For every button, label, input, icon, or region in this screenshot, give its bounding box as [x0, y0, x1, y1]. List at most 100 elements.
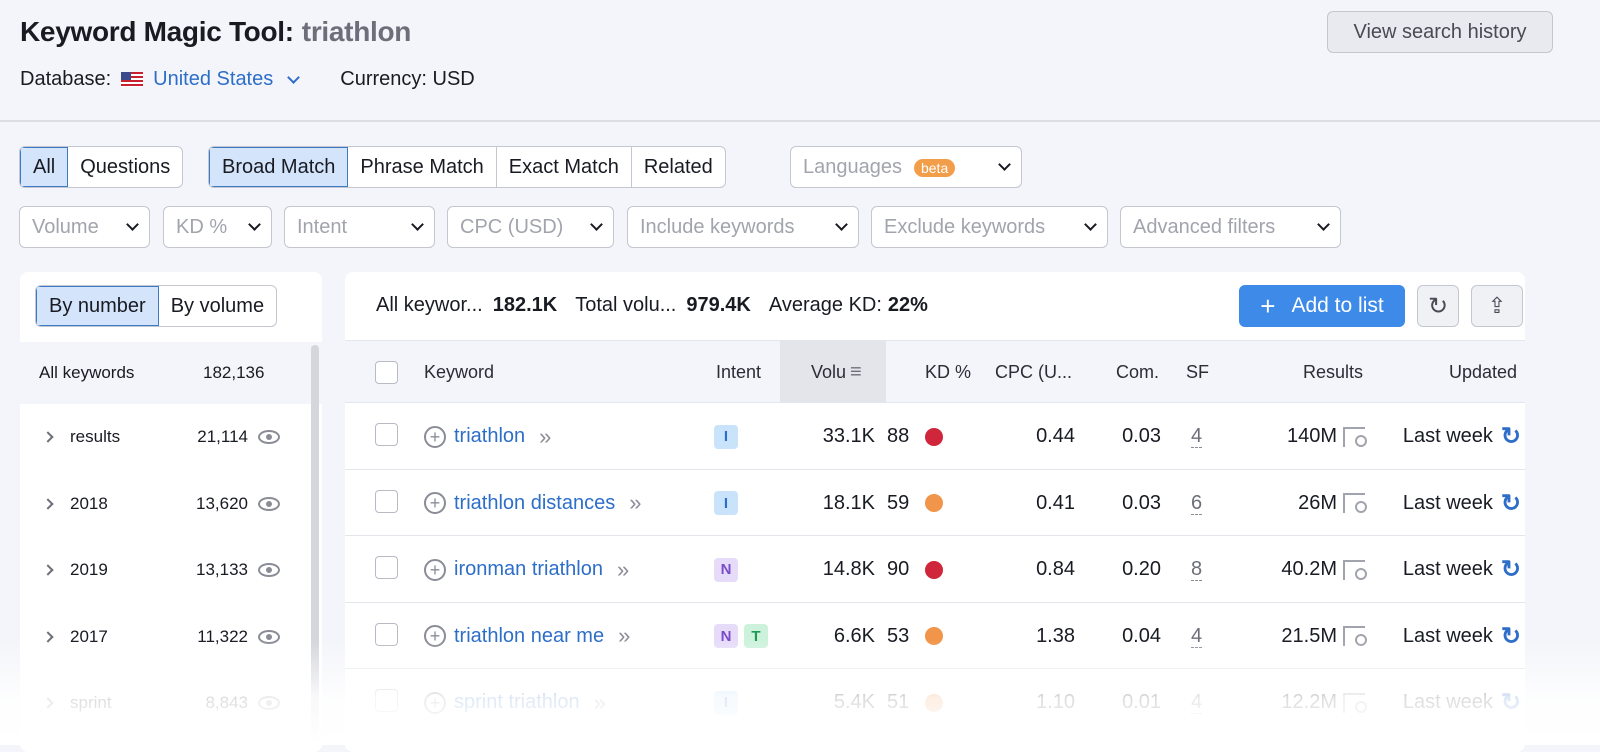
column-header[interactable]: KD %: [925, 341, 971, 403]
table-row: + triathlon distances » I 18.1K 59 0.41 0.03 6 26…: [345, 468, 1525, 536]
keyword-link[interactable]: triathlon: [454, 425, 525, 448]
filter-volume[interactable]: Volume: [19, 206, 150, 248]
toggle-by-volume[interactable]: By volume: [159, 286, 276, 326]
view-search-history-button[interactable]: View search history: [1327, 11, 1553, 53]
eye-icon[interactable]: [258, 696, 280, 710]
serp-icon[interactable]: [1343, 493, 1367, 513]
chevron-right-icon[interactable]: [42, 697, 54, 709]
serp-icon[interactable]: [1343, 692, 1367, 713]
refresh-icon[interactable]: ↻: [1501, 489, 1521, 518]
refresh-icon[interactable]: ↻: [1501, 555, 1521, 584]
column-header[interactable]: Volu ≡: [811, 341, 862, 403]
results: 40.2M: [1281, 558, 1337, 580]
serp-icon[interactable]: [1343, 559, 1367, 580]
intent-badge: I: [714, 424, 738, 449]
serp-features[interactable]: 6: [1191, 492, 1203, 515]
eye-icon[interactable]: [258, 629, 280, 644]
results: 12.2M: [1281, 691, 1337, 713]
keyword-link[interactable]: sprint triathlon: [454, 691, 580, 714]
serp-features[interactable]: 8: [1191, 558, 1203, 581]
chevron-right-icon[interactable]: [42, 630, 54, 643]
filter-cpc-usd-[interactable]: CPC (USD): [447, 206, 614, 248]
refresh-icon[interactable]: ↻: [1501, 622, 1521, 651]
row-checkbox[interactable]: [375, 689, 398, 712]
filter-exclude-keywords[interactable]: Exclude keywords: [871, 206, 1108, 248]
tab-all[interactable]: All: [20, 147, 69, 187]
chevron-right-icon[interactable]: [42, 431, 54, 443]
cpc: 1.10: [1036, 691, 1075, 713]
chevron-down-icon[interactable]: [287, 70, 301, 84]
database-label: Database:: [20, 68, 112, 90]
row-checkbox[interactable]: [375, 556, 398, 579]
serp-features[interactable]: 4: [1191, 425, 1203, 448]
column-header[interactable]: Keyword: [424, 341, 494, 403]
chevron-right-icon[interactable]: [42, 564, 54, 576]
tab-phrase-match[interactable]: Phrase Match: [348, 147, 497, 187]
filter-include-keywords[interactable]: Include keywords: [627, 206, 859, 248]
column-header[interactable]: Results: [1303, 341, 1363, 403]
eye-icon[interactable]: [258, 430, 280, 444]
chevrons-right-icon[interactable]: »: [618, 623, 630, 649]
keyword-link[interactable]: triathlon distances: [454, 492, 615, 515]
column-header[interactable]: Intent: [716, 341, 761, 403]
refresh-icon[interactable]: ↻: [1501, 422, 1521, 451]
add-keyword-icon[interactable]: +: [424, 558, 446, 581]
column-header[interactable]: CPC (U...: [995, 341, 1072, 403]
keyword-link[interactable]: triathlon near me: [454, 625, 604, 648]
select-all-checkbox[interactable]: [375, 361, 398, 384]
all-keywords-group[interactable]: All keywords 182,136: [20, 342, 320, 404]
serp-icon[interactable]: [1343, 426, 1367, 447]
kd-value: 90: [887, 558, 910, 580]
add-keyword-icon[interactable]: +: [424, 691, 446, 714]
export-icon[interactable]: ⇪: [1471, 285, 1523, 327]
keyword-link[interactable]: ironman triathlon: [454, 558, 603, 581]
keyword-group[interactable]: 2019 13,133: [20, 537, 320, 603]
kd-value: 51: [887, 691, 910, 713]
refresh-icon[interactable]: ↻: [1501, 688, 1521, 717]
add-keyword-icon[interactable]: +: [424, 492, 446, 514]
eye-icon[interactable]: [258, 496, 280, 511]
chevrons-right-icon[interactable]: »: [629, 490, 641, 516]
tab-exact-match[interactable]: Exact Match: [497, 147, 632, 187]
add-to-list-button[interactable]: + Add to list: [1239, 285, 1405, 327]
chevrons-right-icon[interactable]: »: [539, 424, 551, 450]
serp-features[interactable]: 4: [1191, 625, 1203, 648]
column-header[interactable]: Updated: [1449, 341, 1517, 403]
add-keyword-icon[interactable]: +: [424, 625, 446, 647]
filter-intent[interactable]: Intent: [284, 206, 435, 248]
row-checkbox[interactable]: [375, 489, 398, 513]
us-flag-icon: [121, 72, 144, 87]
toggle-by-number[interactable]: By number: [36, 286, 159, 326]
tab-broad-match[interactable]: Broad Match: [209, 147, 349, 187]
keyword-group[interactable]: results 21,114: [20, 404, 320, 470]
eye-icon[interactable]: [258, 563, 280, 577]
keyword-group[interactable]: 2018 13,620: [20, 471, 320, 537]
keyword-group[interactable]: sprint 8,843: [20, 670, 320, 736]
add-keyword-icon[interactable]: +: [424, 425, 446, 448]
row-checkbox[interactable]: [375, 423, 398, 446]
filter-advanced-filters[interactable]: Advanced filters: [1120, 206, 1341, 248]
plus-icon: +: [1260, 290, 1276, 321]
database-select[interactable]: United States: [153, 68, 273, 91]
keyword-groups-panel: By number By volume All keywords 182,136 r…: [20, 272, 322, 752]
chevrons-right-icon[interactable]: »: [617, 557, 629, 583]
serp-icon[interactable]: [1343, 626, 1367, 646]
serp-features[interactable]: 4: [1191, 691, 1203, 714]
keyword-group[interactable]: 2017 11,322: [20, 604, 320, 670]
refresh-button[interactable]: ↻: [1417, 285, 1459, 327]
chevrons-right-icon[interactable]: »: [594, 690, 606, 716]
chevron-right-icon[interactable]: [42, 497, 54, 510]
filter-kd-[interactable]: KD %: [163, 206, 272, 248]
results-panel: All keywor... 182.1K Total volu... 979.4K …: [345, 272, 1525, 752]
column-header[interactable]: SF: [1186, 341, 1209, 403]
volume: 14.8K: [822, 558, 875, 580]
row-checkbox[interactable]: [375, 622, 398, 646]
page-title: Keyword Magic Tool: triathlon: [20, 16, 412, 47]
sort-icon[interactable]: ≡: [850, 361, 862, 384]
scrollbar[interactable]: [311, 345, 319, 745]
chevron-down-icon: [998, 158, 1011, 171]
column-header[interactable]: Com.: [1116, 341, 1159, 403]
tab-questions[interactable]: Questions: [68, 147, 182, 187]
languages-dropdown[interactable]: Languages beta: [790, 146, 1022, 188]
tab-related[interactable]: Related: [632, 147, 725, 187]
